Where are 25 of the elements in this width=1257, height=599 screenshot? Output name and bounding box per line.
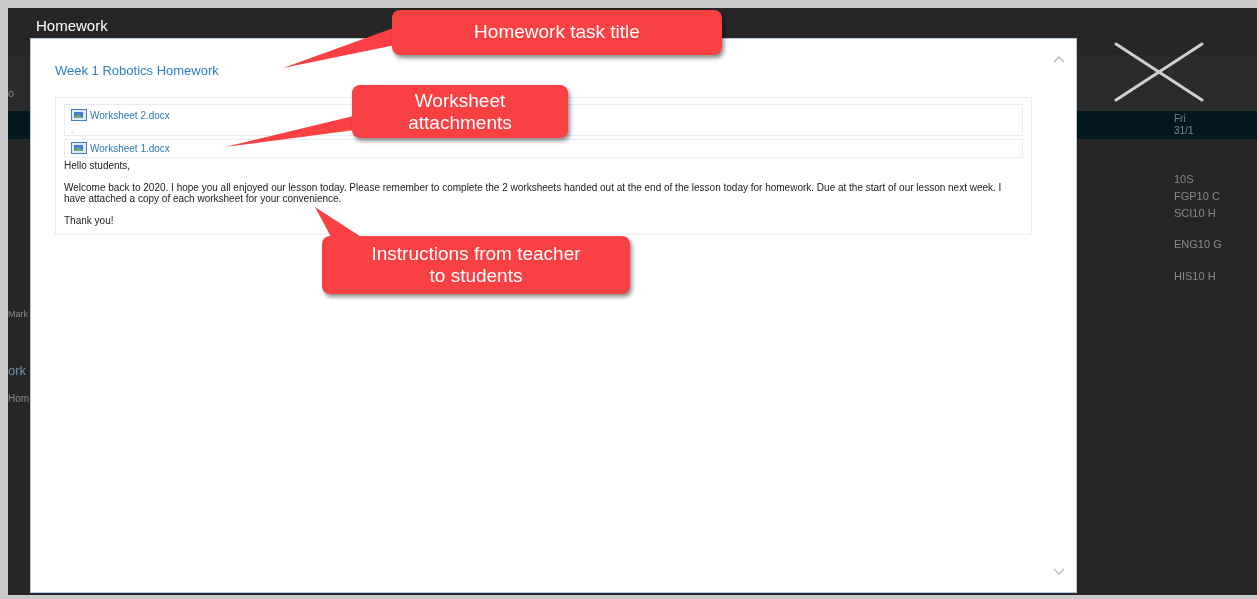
scroll-up-icon[interactable]	[1053, 55, 1065, 63]
attachment-link[interactable]: Worksheet 2.docx	[90, 107, 170, 123]
message-paragraph: Welcome back to 2020. I hope you all enjoyed our lesson today. Please remember to complete the 2 worksheets handed out at the end of the lesson today for homework. Due at the start of our lesson next week. I have attached a copy of each worksheet for your convenience.	[64, 181, 1003, 204]
date-label: 31/1	[1174, 125, 1194, 137]
background-text: o	[8, 88, 15, 99]
attachment-link[interactable]: Worksheet 1.docx	[90, 140, 170, 156]
document-icon	[71, 109, 87, 121]
message-paragraph: Thank you!	[64, 214, 115, 226]
separator-text: .	[71, 125, 74, 135]
background-text: Hom	[8, 394, 30, 404]
scroll-down-icon[interactable]	[1053, 568, 1065, 576]
class-code: FGP10 C	[1174, 189, 1220, 204]
close-icon[interactable]	[1114, 42, 1204, 102]
background-text: ork	[8, 364, 27, 377]
document-icon	[71, 142, 87, 154]
class-code: 10S	[1174, 172, 1194, 187]
callout: Worksheet attachments	[352, 85, 568, 138]
class-code: ENG10 G	[1174, 237, 1222, 252]
message-paragraph: Hello students,	[64, 159, 132, 171]
day-label: Fri	[1174, 113, 1186, 125]
homework-title: Week 1 Robotics Homework	[55, 62, 220, 80]
class-code: HIS10 H	[1174, 269, 1216, 284]
window-title: Homework	[36, 15, 108, 36]
background-text: Mark	[8, 310, 28, 319]
class-code: SCI10 H	[1174, 206, 1216, 221]
